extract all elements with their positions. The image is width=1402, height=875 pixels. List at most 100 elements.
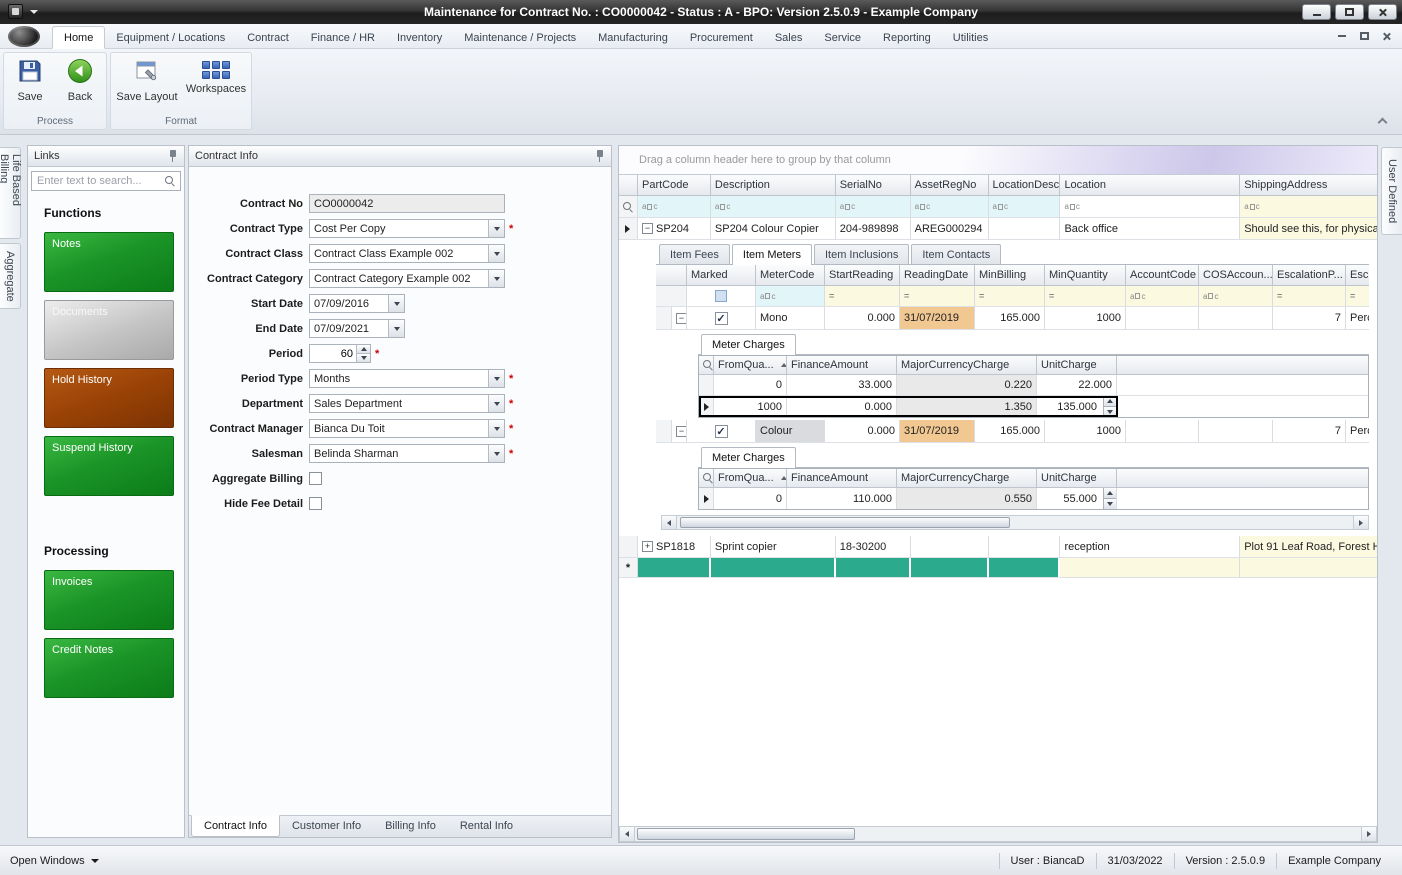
spinner-buttons[interactable]	[1103, 396, 1116, 417]
credit-notes-button[interactable]: Credit Notes	[44, 638, 174, 698]
cosaccount-cell[interactable]	[1199, 307, 1273, 330]
charges-row[interactable]: 0 33.000 0.220 22.000	[699, 375, 1368, 396]
department-select[interactable]	[309, 394, 505, 413]
workspaces-button[interactable]: Workspaces	[183, 58, 249, 116]
location-cell[interactable]: reception	[1060, 536, 1240, 558]
filter-cell-minbilling[interactable]: =	[975, 286, 1045, 307]
quick-access-caret-icon[interactable]	[30, 10, 38, 14]
readingdate-cell[interactable]: 31/07/2019	[900, 420, 975, 443]
serialno-cell[interactable]: 18-30200	[836, 536, 911, 558]
expand-row-icon[interactable]	[642, 541, 653, 552]
period-value[interactable]	[310, 345, 356, 362]
new-locationdesc-cell[interactable]	[989, 558, 1061, 578]
description-cell[interactable]: Sprint copier	[711, 536, 836, 558]
partcode-cell[interactable]: SP1818	[638, 536, 711, 558]
esc-cell[interactable]: Perc	[1346, 420, 1369, 443]
filter-cell-startreading[interactable]: =	[825, 286, 900, 307]
filter-cell-description[interactable]	[711, 196, 836, 218]
ribbon-tab-inventory[interactable]: Inventory	[386, 27, 453, 48]
column-header-esc[interactable]: Esc...	[1346, 265, 1369, 286]
ribbon-tab-manufacturing[interactable]: Manufacturing	[587, 27, 679, 48]
contract-category-value[interactable]	[310, 270, 488, 287]
filter-cell-shippingaddress[interactable]	[1240, 196, 1377, 218]
ribbon-tab-sales[interactable]: Sales	[764, 27, 814, 48]
escalationp-cell[interactable]: 7	[1273, 307, 1346, 330]
assetregno-cell[interactable]	[911, 536, 989, 558]
grid-row-sp204[interactable]: SP204 SP204 Colour Copier 204-989898 ARE…	[619, 218, 1377, 240]
dock-tab-life-based-billing[interactable]: Life Based Billing	[0, 147, 21, 239]
pin-icon[interactable]	[168, 149, 178, 163]
chevron-down-icon[interactable]	[488, 370, 504, 387]
spin-up-icon[interactable]	[1104, 396, 1116, 407]
checked-checkbox-icon[interactable]: ✓	[715, 312, 728, 325]
filter-cell-accountcode[interactable]	[1126, 286, 1199, 307]
location-cell[interactable]: Back office	[1060, 218, 1240, 240]
tab-item-fees[interactable]: Item Fees	[659, 244, 730, 264]
maximize-button[interactable]	[1335, 4, 1364, 20]
column-header-partcode[interactable]: PartCode	[638, 175, 711, 196]
mdi-close-button[interactable]	[1378, 29, 1394, 43]
tab-meter-charges[interactable]: Meter Charges	[701, 447, 796, 468]
period-spinner[interactable]	[309, 344, 371, 363]
column-header-readingdate[interactable]: ReadingDate	[900, 265, 975, 286]
column-header-financeamount[interactable]: FinanceAmount	[787, 356, 897, 375]
app-logo-icon[interactable]	[8, 26, 40, 47]
mdi-minimize-button[interactable]	[1334, 29, 1350, 43]
chevron-down-icon[interactable]	[488, 395, 504, 412]
filter-cell-esc[interactable]: =	[1346, 286, 1369, 307]
spinner-buttons[interactable]	[356, 345, 370, 362]
column-header-description[interactable]: Description	[711, 175, 836, 196]
column-header-minbilling[interactable]: MinBilling	[975, 265, 1045, 286]
filter-cell-minquantity[interactable]: =	[1045, 286, 1126, 307]
ribbon-tab-maintenance-projects[interactable]: Maintenance / Projects	[453, 27, 587, 48]
grid-row-sp1818[interactable]: SP1818 Sprint copier 18-30200 reception …	[619, 536, 1377, 558]
financeamount-cell[interactable]: 0.000	[787, 396, 897, 417]
save-button[interactable]: Save	[7, 58, 53, 116]
column-header-majorcurrencycharge[interactable]: MajorCurrencyCharge	[897, 469, 1037, 488]
meter-row-mono[interactable]: ✓ Mono 0.000 31/07/2019 165.000 1000 7 P…	[656, 307, 1369, 330]
column-header-fromquantity[interactable]: FromQua...	[714, 469, 787, 488]
minbilling-cell[interactable]: 165.000	[975, 307, 1045, 330]
column-header-unitcharge[interactable]: UnitCharge	[1037, 356, 1117, 375]
invoices-button[interactable]: Invoices	[44, 570, 174, 630]
filter-cell-escalationp[interactable]: =	[1273, 286, 1346, 307]
shippingaddress-cell[interactable]: Plot 91 Leaf Road, Forest H	[1240, 536, 1377, 558]
filter-cell-locationdesc[interactable]	[989, 196, 1061, 218]
majorcurrencycharge-cell[interactable]: 1.350	[897, 396, 1037, 417]
readingdate-cell[interactable]: 31/07/2019	[900, 307, 975, 330]
description-cell[interactable]: SP204 Colour Copier	[711, 218, 836, 240]
ribbon-tab-contract[interactable]: Contract	[236, 27, 300, 48]
contract-type-select[interactable]	[309, 219, 505, 238]
new-serialno-cell[interactable]	[836, 558, 911, 578]
esc-cell[interactable]: Perc	[1346, 307, 1369, 330]
marked-cell[interactable]: ✓	[687, 307, 756, 330]
column-header-majorcurrencycharge[interactable]: MajorCurrencyCharge	[897, 356, 1037, 375]
column-header-location[interactable]: Location	[1060, 175, 1240, 196]
charges-row[interactable]: 0 110.000 0.550 55.000	[699, 488, 1368, 509]
new-partcode-cell[interactable]	[638, 558, 711, 578]
hide-fee-detail-checkbox[interactable]	[309, 497, 322, 510]
tab-contract-info[interactable]: Contract Info	[191, 815, 280, 837]
contract-manager-value[interactable]	[310, 420, 488, 437]
column-header-locationdesc[interactable]: LocationDesc	[989, 175, 1061, 196]
scroll-right-icon[interactable]	[1361, 827, 1376, 841]
aggregate-billing-checkbox[interactable]	[309, 472, 322, 485]
contract-category-select[interactable]	[309, 269, 505, 288]
fromquantity-cell[interactable]: 0	[714, 375, 787, 396]
filter-cell-assetregno[interactable]	[911, 196, 989, 218]
cosaccount-cell[interactable]	[1199, 420, 1273, 443]
scroll-left-icon[interactable]	[662, 516, 677, 529]
ribbon-tab-finance-hr[interactable]: Finance / HR	[300, 27, 386, 48]
ribbon-tab-utilities[interactable]: Utilities	[942, 27, 999, 48]
column-header-minquantity[interactable]: MinQuantity	[1045, 265, 1126, 286]
minbilling-cell[interactable]: 165.000	[975, 420, 1045, 443]
search-input[interactable]	[31, 171, 181, 191]
new-assetregno-cell[interactable]	[911, 558, 989, 578]
fromquantity-cell[interactable]: 0	[714, 488, 787, 509]
period-type-select[interactable]	[309, 369, 505, 388]
filter-cell-serialno[interactable]	[836, 196, 911, 218]
grid-horizontal-scrollbar[interactable]	[619, 826, 1377, 842]
column-header-serialno[interactable]: SerialNo	[836, 175, 911, 196]
collapse-ribbon-icon[interactable]	[1378, 118, 1388, 128]
mdi-restore-button[interactable]	[1356, 29, 1372, 43]
